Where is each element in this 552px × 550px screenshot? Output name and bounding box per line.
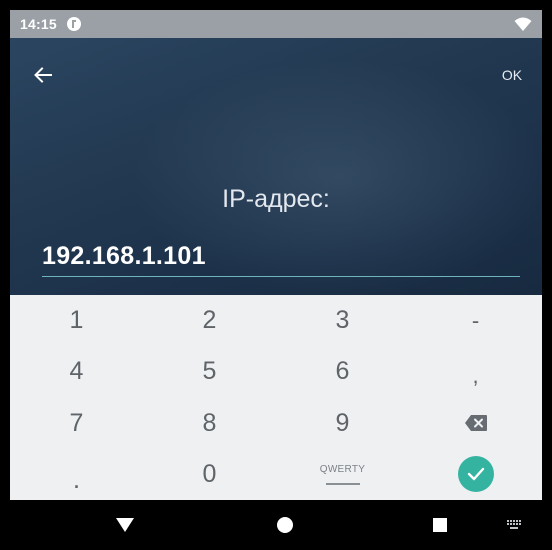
backspace-icon	[464, 415, 487, 432]
navigation-bar	[10, 500, 542, 550]
key-minus[interactable]: -	[409, 295, 542, 346]
recents-square-icon	[433, 518, 447, 532]
home-circle-icon	[277, 517, 293, 533]
back-triangle-icon	[116, 518, 134, 532]
keyboard-icon	[507, 520, 521, 529]
ok-button[interactable]: OK	[492, 62, 532, 88]
app-notification-icon	[66, 17, 81, 31]
nav-recents-button[interactable]	[420, 500, 460, 550]
key-dot[interactable]: .	[10, 449, 143, 500]
key-0[interactable]: 0	[143, 449, 276, 500]
header-area: OK IP-адрес:	[10, 38, 542, 295]
qwerty-underline	[325, 482, 360, 485]
backspace-key[interactable]	[409, 398, 542, 449]
nav-keyboard-button[interactable]	[500, 500, 530, 550]
wifi-icon	[514, 17, 532, 31]
key-9[interactable]: 9	[276, 398, 409, 449]
key-1[interactable]: 1	[10, 295, 143, 346]
key-7[interactable]: 7	[10, 398, 143, 449]
key-3[interactable]: 3	[276, 295, 409, 346]
ip-address-label: IP-адрес:	[222, 185, 330, 213]
qwerty-switch-key[interactable]: QWERTY	[276, 449, 409, 500]
key-comma[interactable]: ,	[409, 346, 542, 397]
key-5[interactable]: 5	[143, 346, 276, 397]
confirm-button[interactable]	[457, 456, 494, 493]
confirm-key[interactable]	[409, 449, 542, 500]
key-8[interactable]: 8	[143, 398, 276, 449]
back-button[interactable]	[28, 60, 58, 90]
status-time: 14:15	[20, 16, 57, 32]
arrow-left-icon	[34, 67, 52, 83]
checkmark-icon	[467, 468, 484, 481]
screen: 14:15 OK IP-адрес: 1 2 3 - 4 5 6 , 7 8 9	[0, 0, 552, 550]
nav-home-button[interactable]	[265, 500, 305, 550]
key-4[interactable]: 4	[10, 346, 143, 397]
status-bar: 14:15	[10, 10, 542, 38]
ip-address-input[interactable]	[42, 238, 520, 277]
nav-back-button[interactable]	[105, 500, 145, 550]
key-6[interactable]: 6	[276, 346, 409, 397]
qwerty-label: QWERTY	[319, 463, 366, 475]
numeric-keypad: 1 2 3 - 4 5 6 , 7 8 9 . 0 QWERTY	[10, 295, 542, 500]
key-2[interactable]: 2	[143, 295, 276, 346]
